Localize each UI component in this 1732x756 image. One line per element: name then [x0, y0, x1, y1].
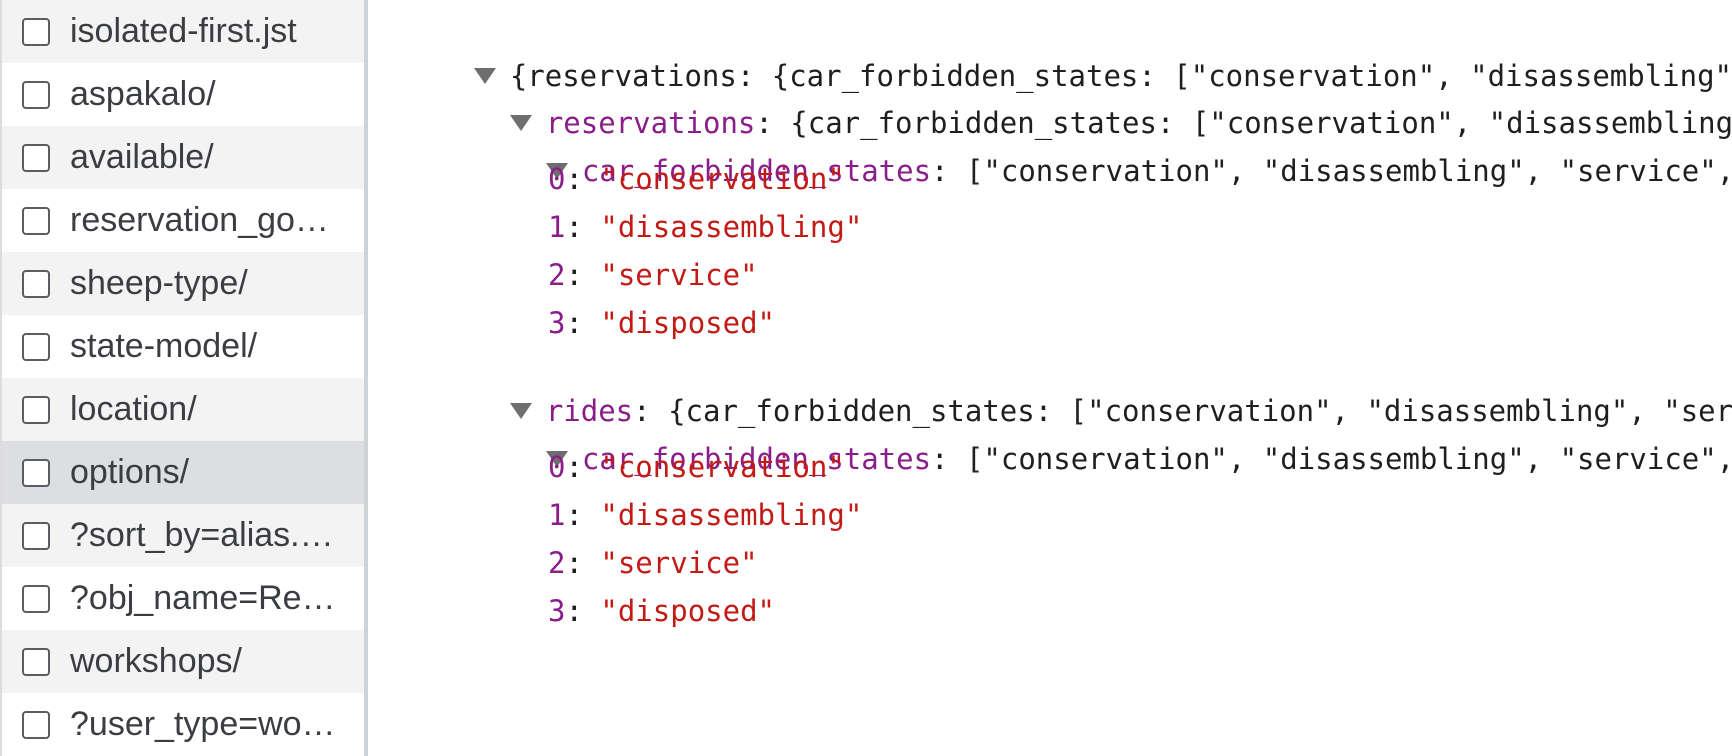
request-item[interactable]: workshops/ — [0, 630, 364, 693]
request-name: ?user_type=wo… — [70, 705, 336, 743]
request-name: available/ — [70, 138, 214, 176]
checkbox[interactable] — [22, 458, 50, 487]
request-item[interactable]: ?sort_by=alias.… — [0, 504, 364, 567]
array-index: 3 — [548, 306, 566, 340]
tree-node-array[interactable]: car_forbidden_states: ["conservation", "… — [476, 399, 1732, 476]
tree-node-array[interactable]: car_forbidden_states: ["conservation", "… — [476, 111, 1732, 188]
array-summary: ["conservation", "disassembling", "servi… — [965, 154, 1732, 188]
checkbox[interactable] — [22, 647, 50, 676]
tree-node-root[interactable]: {reservations: {car_forbidden_states: ["… — [404, 16, 1732, 93]
string-value: "disassembling" — [600, 210, 863, 244]
tree-node-rides[interactable]: rides: {car_forbidden_states: ["conserva… — [440, 351, 1732, 428]
string-value: "disposed" — [600, 306, 775, 340]
checkbox[interactable] — [22, 584, 50, 613]
array-summary: ["conservation", "disassembling", "servi… — [965, 442, 1732, 476]
string-value: "service" — [600, 546, 758, 580]
request-item[interactable]: sheep-type/ — [0, 252, 364, 315]
checkbox[interactable] — [22, 269, 50, 298]
request-name: isolated-first.jst — [70, 12, 297, 50]
string-value: "conservation" — [600, 162, 845, 196]
request-name: sheep-type/ — [70, 264, 248, 302]
tree-node-reservations[interactable]: reservations: {car_forbidden_states: ["c… — [440, 63, 1732, 140]
array-entry: 3: "disposed" — [548, 594, 775, 628]
request-name: ?obj_name=Re… — [70, 579, 336, 617]
array-entry: 1: "disassembling" — [548, 498, 863, 532]
array-index: 0 — [548, 450, 566, 484]
checkbox[interactable] — [22, 17, 50, 46]
request-item-selected[interactable]: options/ — [0, 441, 364, 504]
checkbox[interactable] — [22, 332, 50, 361]
string-value: "service" — [600, 258, 758, 292]
array-index: 1 — [548, 498, 566, 532]
checkbox[interactable] — [22, 710, 50, 739]
array-index: 3 — [548, 594, 566, 628]
request-name: ?sort_by=alias.… — [70, 516, 334, 554]
string-value: "conservation" — [600, 450, 845, 484]
string-value: "disposed" — [600, 594, 775, 628]
checkbox[interactable] — [22, 395, 50, 424]
checkbox[interactable] — [22, 143, 50, 172]
checkbox[interactable] — [22, 80, 50, 109]
checkbox[interactable] — [22, 521, 50, 550]
request-item[interactable]: state-model/ — [0, 315, 364, 378]
request-item[interactable]: isolated-first.jst — [0, 0, 364, 63]
request-item[interactable]: reservation_go… — [0, 189, 364, 252]
request-item[interactable]: available/ — [0, 126, 364, 189]
request-item[interactable]: aspakalo/ — [0, 63, 364, 126]
array-index: 2 — [548, 546, 566, 580]
request-name: aspakalo/ — [70, 75, 216, 113]
array-entry: 2: "service" — [548, 258, 758, 292]
request-name: options/ — [70, 453, 190, 491]
request-name: location/ — [70, 390, 197, 428]
array-entry: 3: "disposed" — [548, 306, 775, 340]
array-entry: 0: "conservation" — [548, 162, 845, 196]
string-value: "disassembling" — [600, 498, 863, 532]
array-entry: 0: "conservation" — [548, 450, 845, 484]
checkbox[interactable] — [22, 206, 50, 235]
request-item[interactable]: ?obj_name=Re… — [0, 567, 364, 630]
request-name: reservation_go… — [70, 201, 329, 239]
request-name: state-model/ — [70, 327, 258, 365]
request-item[interactable]: ?user_type=wo… — [0, 693, 364, 756]
array-index: 0 — [548, 162, 566, 196]
array-entry: 2: "service" — [548, 546, 758, 580]
request-list: isolated-first.jst aspakalo/ available/ … — [0, 0, 368, 756]
request-name: workshops/ — [70, 642, 242, 680]
array-entry: 1: "disassembling" — [548, 210, 863, 244]
array-index: 1 — [548, 210, 566, 244]
json-preview-pane: {reservations: {car_forbidden_states: ["… — [372, 0, 1732, 756]
array-index: 2 — [548, 258, 566, 292]
request-item[interactable]: location/ — [0, 378, 364, 441]
